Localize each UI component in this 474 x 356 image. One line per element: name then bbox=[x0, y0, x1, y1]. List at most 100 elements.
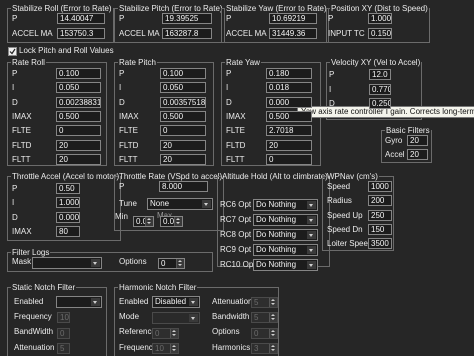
rate-yaw-field-input[interactable]: 2.7018 bbox=[266, 125, 312, 137]
harmonic-bandwidth-input[interactable]: 5 bbox=[251, 312, 278, 323]
rc-opt-value: Do Nothing bbox=[256, 230, 297, 239]
rc-opt-label: RC10 Opt bbox=[220, 260, 256, 269]
throttle-accel-field-input[interactable]: 0.000 bbox=[56, 211, 80, 223]
harmonic-frequency-input[interactable]: 10 bbox=[152, 343, 179, 354]
spinner-icon[interactable] bbox=[145, 217, 153, 226]
stabilize-pitch-accel-input[interactable]: 163287.8 bbox=[162, 28, 212, 39]
group-title: Stabilize Roll (Error to Rate) bbox=[12, 4, 112, 13]
rate-roll-field-input[interactable]: 0.500 bbox=[56, 110, 101, 122]
tune-select[interactable]: None bbox=[147, 198, 213, 210]
stabilize-roll-accel-input[interactable]: 153750.3 bbox=[57, 28, 105, 39]
stabilize-roll-p-input[interactable]: 14.40047 bbox=[57, 13, 105, 24]
rate-pitch-field-input[interactable]: 0 bbox=[160, 125, 206, 137]
rate-yaw-field-input[interactable]: 20 bbox=[266, 139, 312, 151]
rc-opt-select[interactable]: Do Nothing bbox=[253, 199, 318, 211]
velocity-xy-field-input[interactable]: 0.250 bbox=[369, 98, 391, 109]
rate-roll-field-input[interactable]: 0 bbox=[56, 125, 101, 137]
harmonic-options-input[interactable]: 0 bbox=[251, 328, 278, 339]
harmonic-reference-input[interactable]: 0 bbox=[152, 328, 179, 339]
rc-opt-select[interactable]: Do Nothing bbox=[253, 259, 318, 271]
spinner-icon[interactable] bbox=[269, 329, 277, 338]
p-label: P bbox=[226, 14, 232, 23]
position-xy-p-input[interactable]: 1.000 bbox=[368, 13, 392, 24]
tune-min-input[interactable]: 0.000 bbox=[133, 216, 154, 227]
filter-options-input[interactable]: 0 bbox=[158, 258, 185, 269]
wpnav-field-label: Loiter Speed bbox=[327, 239, 373, 249]
throttle-rate-p-input[interactable]: 8.000 bbox=[159, 181, 208, 192]
wpnav-field-input[interactable]: 250 bbox=[368, 209, 392, 221]
static-notch-bandwidth-input[interactable]: 0 bbox=[57, 328, 70, 339]
harmonic-harmonics-input[interactable]: 3 bbox=[251, 343, 278, 354]
rc-opt-select[interactable]: Do Nothing bbox=[253, 244, 318, 256]
rate-pitch-field-input[interactable]: 20 bbox=[160, 153, 206, 165]
rate-pitch-field-input[interactable]: 0.00357518 bbox=[160, 96, 206, 108]
rate-roll-field-input[interactable]: 20 bbox=[56, 153, 101, 165]
harmonic-attenuation-input[interactable]: 5 bbox=[251, 297, 278, 308]
tune-max-input[interactable]: 0.000 bbox=[160, 216, 183, 227]
wpnav-field-input[interactable]: 150 bbox=[368, 223, 392, 235]
rc-opt-select[interactable]: Do Nothing bbox=[253, 229, 318, 241]
spinner-icon[interactable] bbox=[269, 313, 277, 322]
throttle-accel-field-label: P bbox=[12, 184, 18, 193]
harmonic-enabled-select[interactable]: Disabled bbox=[152, 296, 200, 308]
spinner-icon[interactable] bbox=[170, 344, 178, 353]
position-xy-tc-input[interactable]: 0.150 bbox=[368, 28, 392, 39]
wpnav-field-input[interactable]: 200 bbox=[368, 195, 392, 207]
harmonic-harmonics-value: 3 bbox=[254, 344, 259, 353]
rc-opt-label: RC7 Opt bbox=[220, 215, 252, 224]
chevron-down-icon bbox=[189, 298, 198, 306]
mask-select[interactable] bbox=[32, 257, 102, 269]
lock-pitch-roll-checkbox[interactable] bbox=[8, 47, 17, 56]
rate-pitch-field-input[interactable]: 20 bbox=[160, 139, 206, 151]
rc-opt-value: Do Nothing bbox=[256, 215, 297, 224]
mask-label: Mask bbox=[12, 257, 32, 266]
velocity-xy-field-input[interactable]: 0.770 bbox=[369, 83, 391, 95]
rate-roll-field-input[interactable]: 0.050 bbox=[56, 82, 101, 94]
attenuation-label: Attenuation bbox=[14, 343, 55, 352]
spinner-icon[interactable] bbox=[176, 259, 184, 268]
spinner-icon[interactable] bbox=[170, 329, 178, 338]
accel-ma-label: ACCEL MA bbox=[119, 29, 160, 38]
accel-filter-input[interactable]: 20 bbox=[407, 149, 428, 160]
rate-yaw-field-input[interactable]: 0 bbox=[266, 153, 312, 165]
static-notch-enabled-select[interactable] bbox=[56, 296, 102, 308]
throttle-accel-field-input[interactable]: 80 bbox=[56, 225, 80, 237]
static-notch-attenuation-input[interactable]: 5 bbox=[57, 343, 70, 354]
rc-opt-label: RC6 Opt bbox=[220, 200, 252, 209]
rate-yaw-field-input[interactable]: 0.000 bbox=[266, 96, 312, 108]
static-notch-frequency-input[interactable]: 10 bbox=[57, 312, 70, 323]
rate-yaw-field-input[interactable]: 0.180 bbox=[266, 68, 312, 79]
group-title: Basic Filters bbox=[386, 126, 430, 135]
rc-opt-select[interactable]: Do Nothing bbox=[253, 214, 318, 226]
rate-roll-field-label: FLTE bbox=[12, 126, 31, 136]
enabled-label: Enabled bbox=[119, 297, 149, 306]
rate-yaw-field-label: IMAX bbox=[226, 111, 246, 121]
frequency-label: Frequency bbox=[14, 312, 52, 321]
rate-pitch-field-input[interactable]: 0.500 bbox=[160, 110, 206, 122]
rate-yaw-field-input[interactable]: 0.500 bbox=[266, 110, 312, 122]
group-title: Rate Roll bbox=[12, 58, 45, 67]
throttle-accel-field-input[interactable]: 0.50 bbox=[56, 183, 80, 194]
harmonic-mode-select[interactable] bbox=[152, 312, 200, 324]
throttle-accel-field-input[interactable]: 1.000 bbox=[56, 197, 80, 209]
stabilize-pitch-p-input[interactable]: 19.39525 bbox=[162, 13, 212, 24]
rate-pitch-field-input[interactable]: 0.050 bbox=[160, 82, 206, 94]
gyro-filter-input[interactable]: 20 bbox=[407, 135, 428, 146]
rate-roll-field-input[interactable]: 0.100 bbox=[56, 68, 101, 79]
spinner-icon[interactable] bbox=[269, 298, 277, 307]
stabilize-yaw-p-input[interactable]: 10.69219 bbox=[269, 13, 317, 24]
rate-roll-field-input[interactable]: 20 bbox=[56, 139, 101, 151]
wpnav-field-input[interactable]: 3500 bbox=[368, 238, 392, 250]
chevron-down-icon bbox=[307, 201, 316, 209]
bandwidth-label: Bandwidth bbox=[212, 312, 250, 321]
stabilize-yaw-accel-input[interactable]: 31449.36 bbox=[269, 28, 317, 39]
group-title: Altitude Hold (Alt to climbrate) bbox=[222, 172, 328, 181]
spinner-icon[interactable] bbox=[269, 344, 277, 353]
rate-roll-field-input[interactable]: 0.00238831 bbox=[56, 96, 101, 108]
rate-pitch-field-input[interactable]: 0.100 bbox=[160, 68, 206, 79]
velocity-xy-field-input[interactable]: 12.0 bbox=[369, 69, 391, 80]
wpnav-field-input[interactable]: 1000 bbox=[368, 181, 392, 192]
rate-yaw-field-input[interactable]: 0.018 bbox=[266, 82, 312, 94]
rate-yaw-field-label: FLTE bbox=[226, 126, 245, 136]
spinner-icon[interactable] bbox=[174, 217, 182, 226]
